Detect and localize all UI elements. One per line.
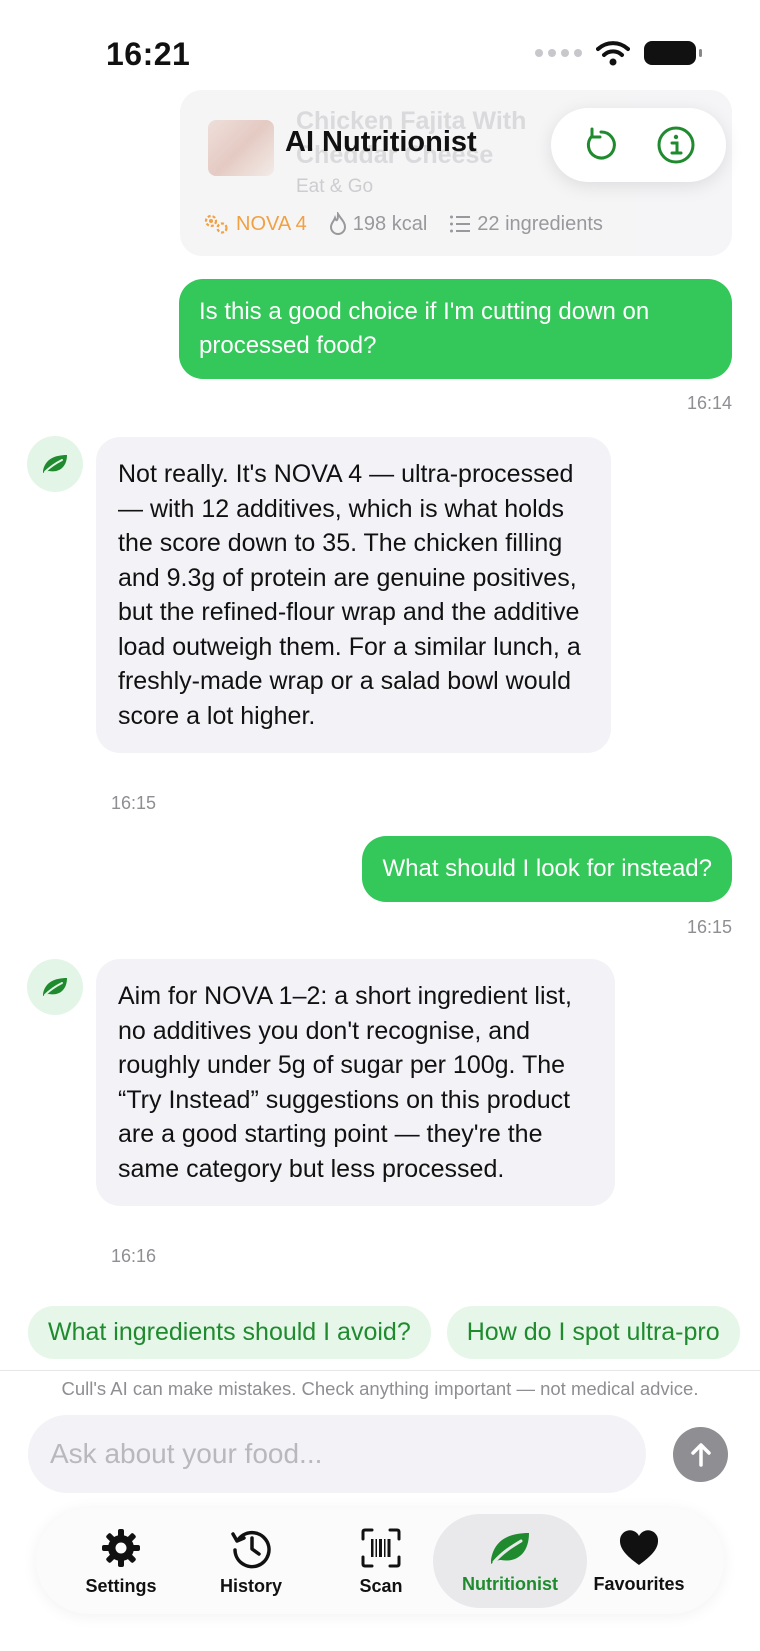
assistant-message: Not really. It's NOVA 4 — ultra-processe… — [96, 437, 611, 753]
arrow-up-icon — [690, 1442, 711, 1467]
info-button[interactable] — [654, 123, 698, 167]
flame-icon — [329, 212, 346, 235]
assistant-avatar — [27, 436, 83, 492]
gears-icon — [204, 214, 228, 234]
composer-divider — [0, 1370, 760, 1371]
leaf-icon — [43, 978, 67, 996]
wifi-icon — [596, 41, 630, 66]
assistant-avatar — [27, 959, 83, 1015]
reset-chat-button[interactable] — [579, 123, 623, 167]
product-brand: Eat & Go — [296, 176, 374, 197]
message-input[interactable] — [28, 1415, 646, 1493]
list-icon — [450, 215, 471, 233]
nova-stat: NOVA 4 — [202, 212, 307, 236]
ai-disclaimer: Cull's AI can make mistakes. Check anyth… — [61, 1378, 699, 1399]
tab-label: Scan — [359, 1575, 403, 1596]
history-icon — [231, 1530, 271, 1568]
tab-label: Favourites — [593, 1573, 685, 1594]
status-icons — [535, 40, 702, 66]
message-timestamp: 16:15 — [111, 793, 157, 813]
product-stats: NOVA 4 198 kcal 22 ingredients — [202, 212, 603, 236]
user-message: Is this a good choice if I'm cutting dow… — [179, 279, 732, 379]
user-message: What should I look for instead? — [362, 836, 732, 902]
header-actions — [551, 108, 726, 182]
tab-history[interactable]: History — [186, 1514, 316, 1608]
barcode-scan-icon — [361, 1528, 401, 1567]
tab-bar: Settings History Scan Nutritionist Favou… — [36, 1508, 724, 1614]
tab-settings[interactable]: Settings — [56, 1514, 186, 1608]
kcal-stat: 198 kcal — [329, 212, 428, 236]
ingredients-label: 22 ingredients — [477, 212, 603, 235]
info-icon — [657, 126, 695, 164]
assistant-message: Aim for NOVA 1–2: a short ingredient lis… — [96, 959, 615, 1206]
message-timestamp: 16:14 — [686, 393, 732, 413]
nova-label: NOVA 4 — [236, 212, 307, 235]
kcal-label: 198 kcal — [352, 212, 428, 235]
suggestion-chip[interactable]: How do I spot ultra-pro — [446, 1306, 740, 1359]
restart-icon — [586, 127, 616, 160]
tab-favourites[interactable]: Favourites — [574, 1514, 704, 1608]
status-time: 16:21 — [106, 36, 191, 72]
suggestion-chips: What ingredients should I avoid? How do … — [28, 1306, 760, 1359]
heart-icon — [619, 1529, 659, 1565]
tab-label: History — [219, 1575, 282, 1596]
tab-label: Settings — [85, 1575, 157, 1596]
tab-scan[interactable]: Scan — [316, 1514, 446, 1608]
message-timestamp: 16:16 — [111, 1246, 157, 1266]
signal-icon — [535, 49, 582, 57]
tab-label: Nutritionist — [462, 1573, 558, 1594]
tab-nutritionist[interactable]: Nutritionist — [433, 1514, 587, 1608]
leaf-icon — [491, 1532, 529, 1564]
product-thumbnail — [208, 120, 274, 176]
battery-icon — [644, 41, 702, 65]
message-input-container — [28, 1415, 646, 1493]
message-timestamp: 16:15 — [686, 917, 732, 937]
page-title: AI Nutritionist — [285, 126, 477, 158]
ingredients-stat: 22 ingredients — [449, 213, 603, 236]
send-button[interactable] — [673, 1427, 728, 1482]
leaf-icon — [43, 455, 67, 473]
gear-icon — [102, 1528, 140, 1567]
suggestion-chip[interactable]: What ingredients should I avoid? — [28, 1306, 431, 1359]
